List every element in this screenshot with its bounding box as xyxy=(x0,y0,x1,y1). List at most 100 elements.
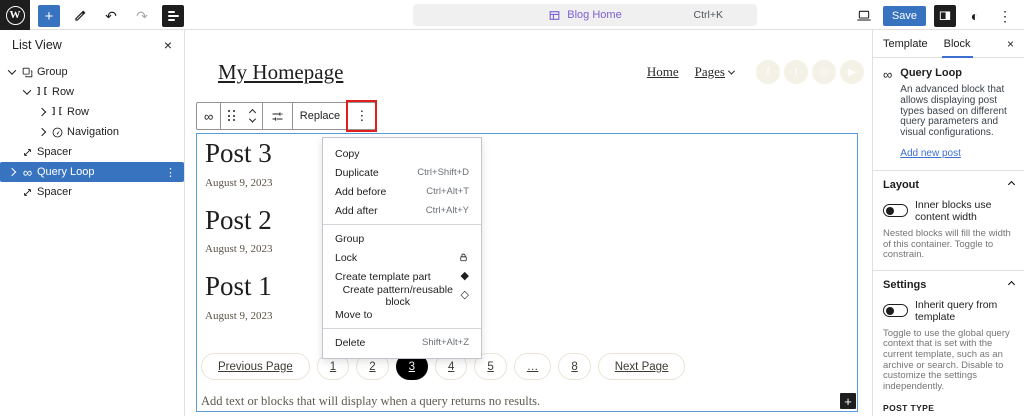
menu-item-label: Create pattern/reusable block xyxy=(335,284,461,308)
settings-help-text: Toggle to use the global query context t… xyxy=(873,328,1024,402)
menu-item-duplicate[interactable]: DuplicateCtrl+Shift+D xyxy=(323,163,481,182)
site-title[interactable]: My Homepage xyxy=(218,60,343,85)
menu-shortcut: Ctrl+Alt+Y xyxy=(426,205,469,216)
replace-button[interactable]: Replace xyxy=(293,103,347,129)
block-card: ∞ Query Loop An advanced block that allo… xyxy=(873,58,1024,170)
block-appender-button[interactable]: + xyxy=(840,393,856,409)
block-inserter-button[interactable]: + xyxy=(38,5,60,27)
drag-handle-icon[interactable] xyxy=(221,103,243,129)
layout-panel-header[interactable]: Layout xyxy=(873,171,1024,198)
no-results-placeholder[interactable]: Add text or blocks that will display whe… xyxy=(201,394,540,409)
list-view-item-group[interactable]: Group xyxy=(0,62,184,82)
add-new-post-link[interactable]: Add new post xyxy=(900,148,961,159)
wordpress-logo-icon[interactable]: W xyxy=(0,0,30,30)
menu-shortcut: Ctrl+Alt+T xyxy=(426,186,469,197)
post-title[interactable]: Post 2 xyxy=(205,206,273,236)
tab-template[interactable]: Template xyxy=(883,30,928,57)
settings-sidebar-toggle-icon[interactable] xyxy=(934,5,956,27)
group-icon xyxy=(18,66,37,79)
query-loop-icon: ∞ xyxy=(883,67,892,161)
undo-icon[interactable]: ↶ xyxy=(100,5,122,27)
next-page-button[interactable]: Next Page xyxy=(598,353,686,380)
command-center[interactable]: Blog Home Ctrl+K xyxy=(413,4,757,26)
item-options-kebab-icon[interactable]: ⋮ xyxy=(165,166,184,179)
menu-item-add-after[interactable]: Add afterCtrl+Alt+Y xyxy=(323,201,481,220)
spacer-icon xyxy=(18,186,37,199)
editor-canvas: My Homepage Home Pages ft◎▶ ∞ Replace ⋮ xyxy=(186,30,872,416)
save-button[interactable]: Save xyxy=(883,6,926,26)
list-view-item-label: Group xyxy=(37,66,68,78)
command-center-shortcut: Ctrl+K xyxy=(694,9,723,21)
block-options-kebab-icon[interactable]: ⋮ xyxy=(348,103,375,129)
chevron-right-icon[interactable] xyxy=(35,129,48,135)
list-view-item-row[interactable]: ][Row xyxy=(0,82,184,102)
menu-item-group[interactable]: Group xyxy=(323,229,481,248)
menu-item-copy[interactable]: Copy xyxy=(323,144,481,163)
query-loop-block-selected[interactable]: Post 3 August 9, 2023 Post 2 August 9, 2023… xyxy=(196,133,858,412)
more-options-icon[interactable]: ⋮ xyxy=(994,5,1016,27)
tab-block[interactable]: Block xyxy=(944,30,971,57)
list-view-item-row[interactable]: ][Row xyxy=(0,102,184,122)
menu-item-add-before[interactable]: Add before Ctrl+Alt+T xyxy=(323,182,481,201)
annotation-highlight xyxy=(346,100,377,132)
post-date[interactable]: August 9, 2023 xyxy=(205,310,273,322)
editor-top-bar: W + ↶ ↷ Blog Home Ctrl+K Save ◐ ⋮ xyxy=(0,0,1024,30)
menu-item-label: Add before xyxy=(335,186,386,198)
navigation-icon xyxy=(48,126,67,139)
menu-shortcut: Shift+Alt+Z xyxy=(422,337,469,348)
facebook-icon[interactable]: f xyxy=(756,60,780,84)
edit-pencil-icon[interactable] xyxy=(69,5,91,27)
post-item: Post 2 August 9, 2023 xyxy=(205,206,273,256)
chevron-down-icon[interactable] xyxy=(5,69,18,75)
row-icon: ][ xyxy=(48,107,67,117)
settings-panel-header[interactable]: Settings xyxy=(873,271,1024,298)
list-view-item-navigation[interactable]: Navigation xyxy=(0,122,184,142)
move-up-down-icons[interactable] xyxy=(243,103,262,129)
query-loop-icon: ∞ xyxy=(18,166,37,179)
instagram-icon[interactable]: ◎ xyxy=(812,60,836,84)
post-title[interactable]: Post 3 xyxy=(205,139,273,169)
list-view-item-query-loop[interactable]: ∞Query Loop⋮ xyxy=(0,162,184,182)
menu-item-lock[interactable]: Lock xyxy=(323,248,481,267)
menu-item-label: Delete xyxy=(335,337,365,349)
list-view-item-label: Navigation xyxy=(67,126,119,138)
styles-contrast-icon[interactable]: ◐ xyxy=(964,5,986,27)
previous-page-button[interactable]: Previous Page xyxy=(201,353,310,380)
menu-item-label: Create template part xyxy=(335,271,431,283)
command-center-label: Blog Home xyxy=(567,9,621,21)
redo-icon[interactable]: ↷ xyxy=(131,5,153,27)
content-width-toggle[interactable] xyxy=(883,204,908,217)
layout-help-text: Nested blocks will fill the width of thi… xyxy=(873,228,1024,270)
close-sidebar-icon[interactable]: × xyxy=(1007,38,1014,50)
post-date[interactable]: August 9, 2023 xyxy=(205,177,273,189)
menu-divider xyxy=(323,224,481,225)
display-settings-icon[interactable] xyxy=(263,103,292,129)
menu-item-create-pattern-reusable-block[interactable]: Create pattern/reusable block◇ xyxy=(323,286,481,305)
device-preview-icon[interactable] xyxy=(853,5,875,27)
query-loop-block-icon[interactable]: ∞ xyxy=(197,103,220,129)
chevron-right-icon[interactable] xyxy=(35,109,48,115)
post-date[interactable]: August 9, 2023 xyxy=(205,243,273,255)
menu-item-move-to[interactable]: Move to xyxy=(323,305,481,324)
list-view-item-spacer[interactable]: Spacer xyxy=(0,142,184,162)
list-view-toggle-icon[interactable] xyxy=(162,5,184,27)
post-item: Post 1 August 9, 2023 xyxy=(205,272,273,322)
list-view-item-label: Row xyxy=(67,106,89,118)
inherit-query-toggle[interactable] xyxy=(883,304,908,317)
lock-icon xyxy=(458,252,469,263)
page-button-8[interactable]: 8 xyxy=(558,353,590,380)
nav-link-pages[interactable]: Pages xyxy=(695,64,734,80)
menu-item-label: Duplicate xyxy=(335,167,379,179)
chevron-right-icon[interactable] xyxy=(5,169,18,175)
menu-item-delete[interactable]: Delete Shift+Alt+Z xyxy=(323,333,481,352)
list-view-item-spacer[interactable]: Spacer xyxy=(0,182,184,202)
list-view-title: List View xyxy=(12,38,62,52)
post-title[interactable]: Post 1 xyxy=(205,272,273,302)
chevron-down-icon[interactable] xyxy=(20,89,33,95)
close-list-view-icon[interactable]: × xyxy=(164,38,172,52)
inherit-query-toggle-label: Inherit query from template xyxy=(915,299,1014,323)
twitter-icon[interactable]: t xyxy=(784,60,808,84)
youtube-icon[interactable]: ▶ xyxy=(840,60,864,84)
nav-link-home[interactable]: Home xyxy=(647,64,679,80)
page-button-…[interactable]: … xyxy=(514,353,552,380)
